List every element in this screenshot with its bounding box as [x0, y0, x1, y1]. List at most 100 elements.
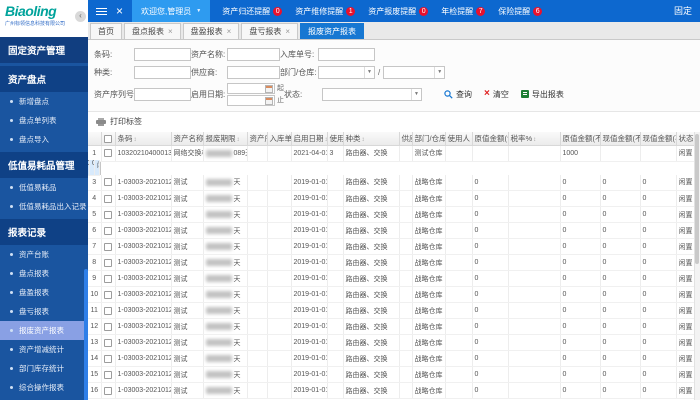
- sidebar-item[interactable]: 资产台账: [0, 245, 88, 264]
- table-row[interactable]: 10 1-03003-20210128-测试天 2019-01-01 路由器、交换战略…: [88, 286, 700, 303]
- end-date-input[interactable]: [227, 94, 275, 106]
- sidebar-item[interactable]: 综合操作报表: [0, 378, 88, 397]
- column-header-serial[interactable]: 资产序列号: [246, 132, 268, 146]
- clear-button[interactable]: × 清空: [484, 89, 509, 100]
- table-row[interactable]: 4 1-03003-20210128-测试天 2019-01-01 路由器、交换战略仓…: [88, 190, 700, 207]
- reminder-item[interactable]: 保险提醒 6: [498, 6, 543, 17]
- category-input[interactable]: [134, 65, 191, 79]
- table-row[interactable]: 11 1-03003-20210128-测试天 2019-01-01 路由器、交换战略…: [88, 302, 700, 319]
- row-checkbox[interactable]: [103, 354, 112, 363]
- collapse-sidebar-button[interactable]: ‹: [75, 11, 86, 22]
- sort-icon[interactable]: ↕: [362, 137, 365, 143]
- column-header-barcode[interactable]: 条码↕: [114, 132, 172, 146]
- table-row[interactable]: 3 1-03003-20210128-测试天 2019-01-01 路由器、交换战略仓…: [88, 174, 700, 191]
- asset-name-input[interactable]: [227, 47, 280, 61]
- column-header-cur_exc[interactable]: 现值金额(不含税: [639, 132, 677, 146]
- row-checkbox[interactable]: [103, 242, 112, 251]
- column-header-date[interactable]: 启用日期↕: [290, 132, 328, 146]
- table-row[interactable]: 15 1-03003-20210128-测试天 2019-01-01 路由器、交换战略…: [88, 366, 700, 383]
- column-header-name[interactable]: 资产名称↕: [170, 132, 204, 146]
- row-checkbox[interactable]: [103, 210, 112, 219]
- sidebar-item[interactable]: 新增盘点: [0, 92, 88, 111]
- calendar-icon[interactable]: [265, 96, 273, 105]
- select-all-checkbox[interactable]: [103, 134, 112, 143]
- dept-select[interactable]: ▼: [318, 65, 375, 79]
- table-row[interactable]: 14 1-03003-20210128-测试天 2019-01-01 路由器、交换战略…: [88, 350, 700, 367]
- menu-hamburger-icon[interactable]: [96, 7, 107, 15]
- calendar-icon[interactable]: [265, 84, 273, 93]
- close-icon[interactable]: ×: [116, 5, 123, 17]
- supplier-input[interactable]: [227, 65, 280, 79]
- column-header-category[interactable]: 种类↕: [342, 132, 400, 146]
- column-header-scrap[interactable]: 报废期限↕: [202, 132, 248, 146]
- table-row[interactable]: 13 1-03003-20210128-测试天 2019-01-01 路由器、交换战略…: [88, 334, 700, 351]
- sort-icon[interactable]: ↕: [533, 137, 536, 143]
- column-header-tax_rate[interactable]: 税率%↕: [507, 132, 561, 146]
- row-checkbox[interactable]: [103, 226, 112, 235]
- sidebar-item[interactable]: 盘点导入: [0, 130, 88, 149]
- tab-盘亏报表[interactable]: 盘亏报表 ×: [241, 23, 299, 39]
- status-select[interactable]: ▼: [322, 87, 422, 101]
- column-header-supplier[interactable]: 供应商↕: [398, 132, 413, 146]
- sidebar-item[interactable]: 报废资产报表: [0, 321, 88, 340]
- reminder-item[interactable]: 资产维修提醒 1: [295, 6, 356, 17]
- sidebar-item[interactable]: 盘点单列表: [0, 111, 88, 130]
- tab-首页[interactable]: 首页: [90, 23, 122, 39]
- row-checkbox[interactable]: [103, 370, 112, 379]
- table-row[interactable]: 16 1-03003-20210128-测试天 2019-01-01 路由器、交换战略…: [88, 382, 700, 399]
- sidebar-item[interactable]: 盘点报表: [0, 264, 88, 283]
- sidebar-item[interactable]: 盘盈报表: [0, 283, 88, 302]
- user-menu[interactable]: 欢迎您,管理员 ▼: [132, 0, 211, 22]
- column-header-orig_exc[interactable]: 原值金额(不含税: [559, 132, 601, 146]
- row-checkbox[interactable]: [103, 322, 112, 331]
- row-checkbox[interactable]: [103, 290, 112, 299]
- reminder-item[interactable]: 资产归还提醒 0: [222, 6, 283, 17]
- print-label-button[interactable]: 打印标签: [88, 112, 700, 132]
- sidebar-item[interactable]: 低值易耗品: [0, 178, 88, 197]
- sidebar-item[interactable]: 低值易耗品出入记录: [0, 197, 88, 216]
- table-row[interactable]: 21-03003-20210128-测试天2019-01-01路由器、交换战略仓…: [88, 160, 101, 176]
- column-header-dept[interactable]: 部门/仓库↕: [411, 132, 446, 146]
- start-date-input[interactable]: [227, 82, 275, 94]
- row-checkbox[interactable]: [103, 194, 112, 203]
- tab-报废资产报表[interactable]: 报废资产报表: [300, 23, 365, 39]
- tab-close-icon[interactable]: ×: [227, 27, 232, 36]
- row-checkbox[interactable]: [103, 258, 112, 267]
- sort-icon[interactable]: ↕: [134, 137, 137, 143]
- table-row[interactable]: 5 1-03003-20210128-测试天 2019-01-01 路由器、交换战略仓…: [88, 206, 700, 223]
- reminder-item[interactable]: 年检提醒 7: [441, 6, 486, 17]
- row-checkbox[interactable]: [103, 274, 112, 283]
- column-header-years[interactable]: 使用年限: [326, 132, 344, 146]
- column-header-orig_inc[interactable]: 原值金额(含: [471, 132, 509, 146]
- row-checkbox[interactable]: [103, 386, 112, 395]
- table-row[interactable]: 1 10320210400013网络交换机089天 2021-04-013路由器、交…: [88, 145, 700, 162]
- table-row[interactable]: 8 1-03003-20210128-测试天 2019-01-01 路由器、交换战略仓…: [88, 254, 700, 271]
- reminder-item[interactable]: 资产报废提醒 0: [368, 6, 429, 17]
- table-row[interactable]: 9 1-03003-20210128-测试天 2019-01-01 路由器、交换战略仓…: [88, 270, 700, 287]
- inbound-no-input[interactable]: [318, 47, 375, 61]
- tab-盘点报表[interactable]: 盘点报表 ×: [124, 23, 181, 39]
- table-row[interactable]: 6 1-03003-20210128-测试天 2019-01-01 路由器、交换战略仓…: [88, 222, 700, 239]
- row-checkbox[interactable]: [103, 306, 112, 315]
- sidebar-item[interactable]: 部门库存统计: [0, 359, 88, 378]
- sort-icon[interactable]: ↕: [237, 137, 240, 143]
- sidebar-item[interactable]: 盘亏报表: [0, 302, 88, 321]
- table-row[interactable]: 7 1-03003-20210128-测试天 2019-01-01 路由器、交换战略仓…: [88, 238, 700, 255]
- sidebar-item[interactable]: 资产增减统计: [0, 340, 88, 359]
- row-checkbox[interactable]: [103, 178, 112, 187]
- serial-input[interactable]: [134, 87, 191, 101]
- row-checkbox[interactable]: [103, 338, 112, 347]
- warehouse-select[interactable]: ▼: [383, 65, 446, 79]
- column-header-user[interactable]: 使用人↕: [444, 132, 473, 146]
- row-checkbox[interactable]: [103, 149, 112, 157]
- tab-close-icon[interactable]: ×: [285, 27, 290, 36]
- table-scrollbar-thumb[interactable]: [695, 134, 699, 264]
- tab-close-icon[interactable]: ×: [168, 27, 173, 36]
- tab-盘盈报表[interactable]: 盘盈报表 ×: [182, 23, 240, 39]
- export-button[interactable]: 导出报表: [520, 89, 564, 100]
- table-row[interactable]: 12 1-03003-20210128-测试天 2019-01-01 路由器、交换战略…: [88, 318, 700, 335]
- column-header-order[interactable]: 入库单号↕: [266, 132, 292, 146]
- column-header-cur_inc[interactable]: 现值金额(不含税: [599, 132, 641, 146]
- query-button[interactable]: 查询: [444, 89, 472, 100]
- barcode-input[interactable]: [134, 47, 191, 61]
